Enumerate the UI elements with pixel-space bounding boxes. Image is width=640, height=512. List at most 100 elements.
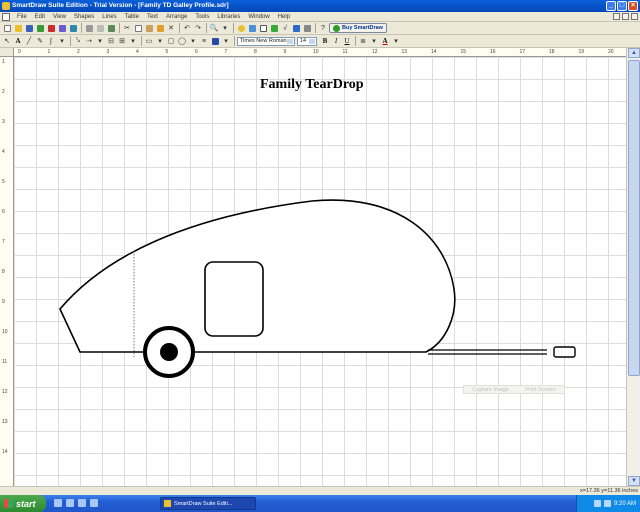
attach-icon[interactable] xyxy=(302,23,312,33)
menu-text[interactable]: Text xyxy=(143,14,162,20)
menu-file[interactable]: File xyxy=(13,14,31,20)
close-button[interactable]: × xyxy=(628,1,638,11)
scroll-thumb[interactable] xyxy=(628,60,640,376)
explorer-icon[interactable] xyxy=(78,499,86,507)
buy-smartdraw-button[interactable]: Buy SmartDraw xyxy=(329,23,387,33)
menu-table[interactable]: Table xyxy=(121,14,143,20)
rectangle-dropdown-icon[interactable]: ▾ xyxy=(155,36,165,46)
text-tool-icon[interactable]: A xyxy=(13,36,23,46)
undo-icon[interactable]: ↶ xyxy=(182,23,192,33)
ruler-number: 18 xyxy=(549,49,555,55)
zoom-icon[interactable]: 🔍 xyxy=(209,23,219,33)
document-icon[interactable] xyxy=(2,12,10,21)
hand-tool-icon[interactable] xyxy=(236,23,246,33)
font-size-select[interactable]: 14 xyxy=(297,36,317,46)
arrange-dropdown-icon[interactable]: ▾ xyxy=(128,36,138,46)
doc-close-button[interactable] xyxy=(631,13,638,20)
font-family-select[interactable]: Times New Roman xyxy=(237,36,295,46)
line-thickness-icon[interactable]: ≡ xyxy=(199,36,209,46)
copy-icon[interactable] xyxy=(133,23,143,33)
menu-lines[interactable]: Lines xyxy=(98,14,120,20)
wheel-hub[interactable] xyxy=(160,343,178,361)
line-dropdown-icon[interactable]: ▾ xyxy=(57,36,67,46)
curve-tool-icon[interactable]: ∫ xyxy=(46,36,56,46)
formula-icon[interactable]: √ xyxy=(280,23,290,33)
format-painter-icon[interactable] xyxy=(155,23,165,33)
menu-shapes[interactable]: Shapes xyxy=(70,14,98,20)
scroll-up-icon[interactable]: ▲ xyxy=(628,48,640,58)
text-color-button[interactable]: A xyxy=(380,36,390,46)
print-screen-button[interactable]: Print Screen xyxy=(525,387,555,393)
rectangle-tool-icon[interactable]: ▭ xyxy=(144,36,154,46)
doc-restore-button[interactable] xyxy=(622,13,629,20)
fill-dropdown-icon[interactable]: ▾ xyxy=(221,36,231,46)
save-icon[interactable] xyxy=(24,23,34,33)
library-icon[interactable] xyxy=(57,23,67,33)
line-tool-icon[interactable]: ╱ xyxy=(24,36,34,46)
hyperlink-icon[interactable] xyxy=(291,23,301,33)
browser-icon[interactable] xyxy=(66,499,74,507)
text-align-icon[interactable]: ≣ xyxy=(358,36,368,46)
menu-libraries[interactable]: Libraries xyxy=(213,14,244,20)
menu-view[interactable]: View xyxy=(49,14,70,20)
align-dropdown-icon[interactable]: ▾ xyxy=(369,36,379,46)
galley-window[interactable] xyxy=(204,261,264,337)
minimize-button[interactable]: _ xyxy=(606,1,616,11)
insert-chart-icon[interactable] xyxy=(269,23,279,33)
start-button[interactable]: start xyxy=(0,495,46,512)
delete-icon[interactable]: ✕ xyxy=(166,23,176,33)
maximize-button[interactable]: □ xyxy=(617,1,627,11)
capture-image-button[interactable]: Capture Image xyxy=(472,387,508,393)
volume-icon[interactable] xyxy=(603,500,611,507)
drawing-canvas[interactable]: Family TearDrop Capture Image Print Scre… xyxy=(14,57,626,486)
print-icon[interactable] xyxy=(84,23,94,33)
menu-arrange[interactable]: Arrange xyxy=(162,14,191,20)
menu-edit[interactable]: Edit xyxy=(31,14,49,20)
print-preview-icon[interactable] xyxy=(95,23,105,33)
menu-help[interactable]: Help xyxy=(274,14,294,20)
arrange-icon[interactable]: ⊞ xyxy=(117,36,127,46)
redo-icon[interactable]: ↷ xyxy=(193,23,203,33)
fill-color-icon[interactable] xyxy=(210,36,220,46)
ruler-number: 5 xyxy=(2,179,5,185)
rounded-rect-tool-icon[interactable]: ▢ xyxy=(166,36,176,46)
text-color-dropdown-icon[interactable]: ▾ xyxy=(391,36,401,46)
symbol-icon[interactable] xyxy=(68,23,78,33)
taskbar-item-smartdraw[interactable]: SmartDraw Suite Editi... xyxy=(160,497,256,510)
new-icon[interactable] xyxy=(2,23,12,33)
menu-bar: File Edit View Shapes Lines Table Text A… xyxy=(0,12,640,22)
menu-tools[interactable]: Tools xyxy=(191,14,213,20)
menu-window[interactable]: Window xyxy=(244,14,273,20)
shape-dropdown-icon[interactable]: ▾ xyxy=(188,36,198,46)
show-desktop-icon[interactable] xyxy=(54,499,62,507)
arrow-dropdown-icon[interactable]: ▾ xyxy=(95,36,105,46)
smartdraw-app-icon[interactable] xyxy=(2,2,10,10)
bold-button[interactable]: B xyxy=(320,36,330,46)
ellipse-tool-icon[interactable]: ◯ xyxy=(177,36,187,46)
pen-tool-icon[interactable]: ✎ xyxy=(35,36,45,46)
pointer-tool-icon[interactable]: ↖ xyxy=(2,36,12,46)
standard-toolbar: ✂ ✕ ↶ ↷ 🔍 ▾ √ ? Buy SmartDraw xyxy=(0,22,640,35)
paste-icon[interactable] xyxy=(144,23,154,33)
insert-picture-icon[interactable] xyxy=(247,23,257,33)
hitch-coupler[interactable] xyxy=(553,346,576,358)
doc-minimize-button[interactable] xyxy=(613,13,620,20)
arrow-style-icon[interactable]: ⇢ xyxy=(84,36,94,46)
italic-button[interactable]: I xyxy=(331,36,341,46)
zoom-dropdown-icon[interactable]: ▾ xyxy=(220,23,230,33)
underline-button[interactable]: U xyxy=(342,36,352,46)
cut-icon[interactable]: ✂ xyxy=(122,23,132,33)
media-icon[interactable] xyxy=(90,499,98,507)
spell-check-icon[interactable] xyxy=(106,23,116,33)
connector-tool-icon[interactable]: ⤥ xyxy=(73,36,83,46)
template-icon[interactable] xyxy=(35,23,45,33)
vertical-scrollbar[interactable]: ▲ ▼ xyxy=(626,48,640,486)
align-icon[interactable]: ⊟ xyxy=(106,36,116,46)
scroll-down-icon[interactable]: ▼ xyxy=(628,476,640,486)
export-icon[interactable] xyxy=(46,23,56,33)
open-icon[interactable] xyxy=(13,23,23,33)
ruler-number: 11 xyxy=(342,49,348,55)
insert-table-icon[interactable] xyxy=(258,23,268,33)
help-icon[interactable]: ? xyxy=(318,23,328,33)
network-icon[interactable] xyxy=(593,500,601,507)
